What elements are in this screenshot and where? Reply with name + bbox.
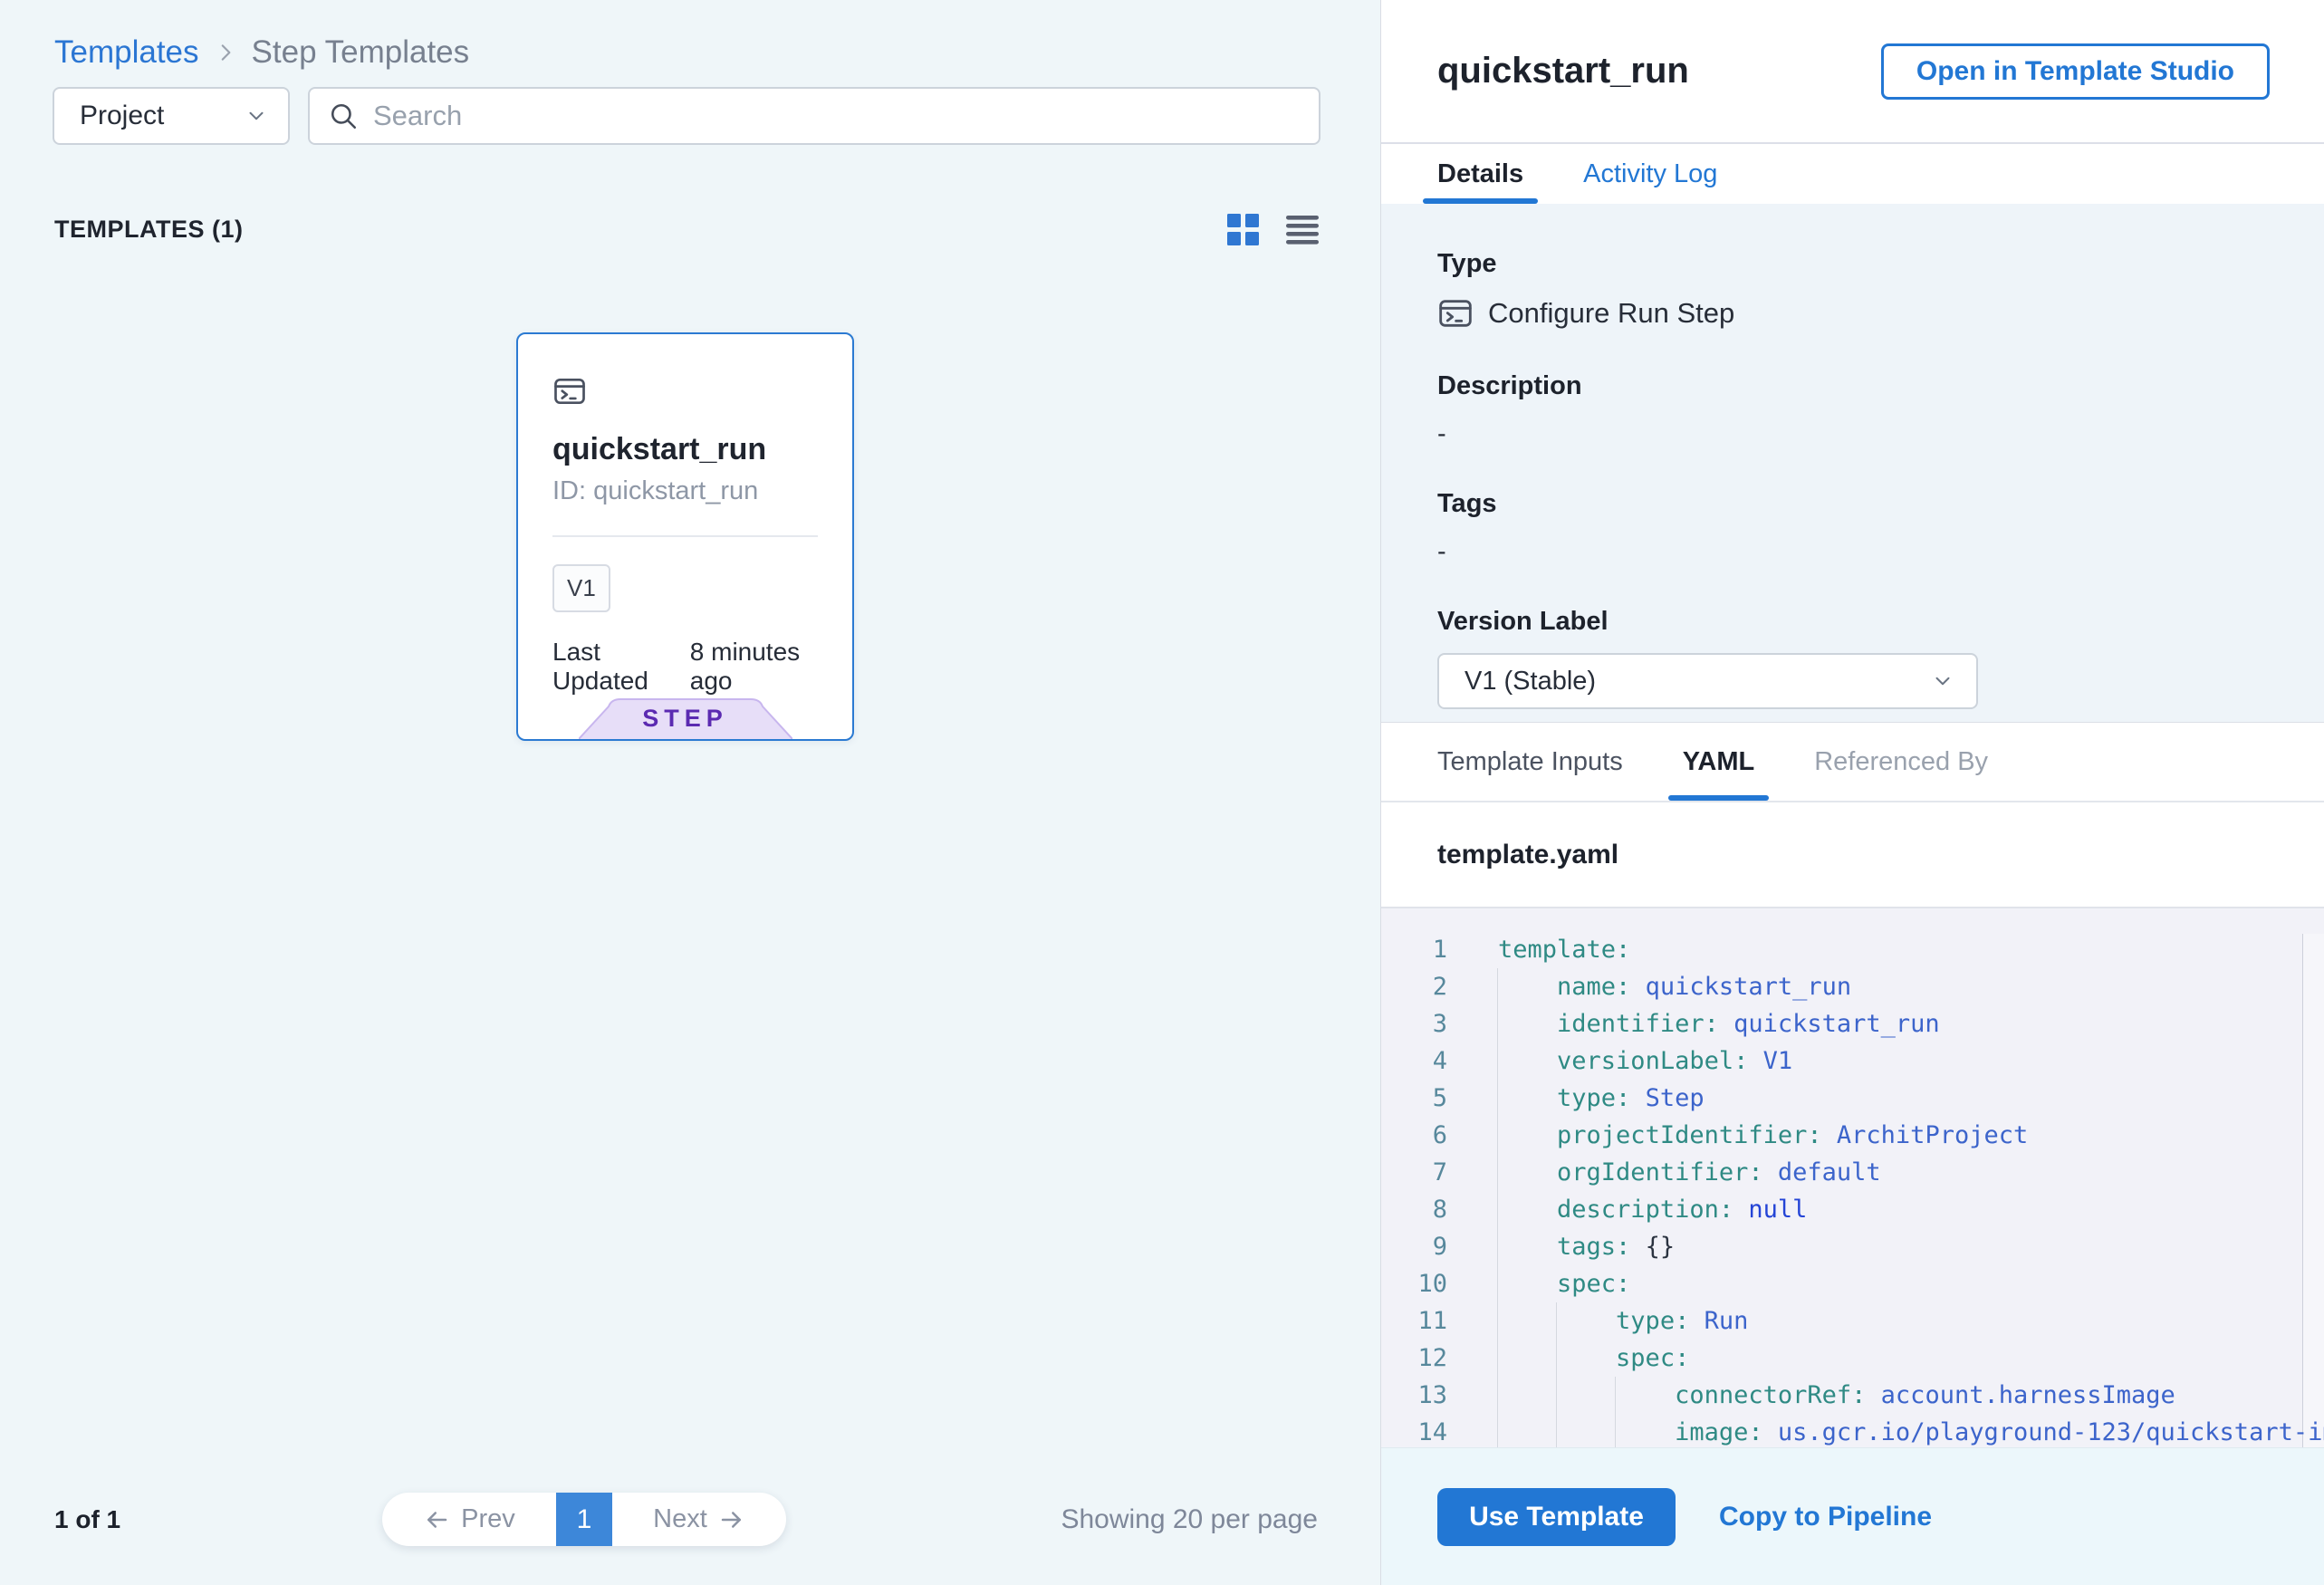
- type-row: Configure Run Step: [1437, 295, 2268, 331]
- yaml-code-lines: 1template:2 name: quickstart_run3 identi…: [1381, 931, 2324, 1447]
- step-type-tag: STEP: [579, 696, 792, 739]
- yaml-line: 5 type: Step: [1381, 1080, 2324, 1117]
- tab-details[interactable]: Details: [1423, 144, 1538, 204]
- template-list-panel: Templates Step Templates Project TEMPLAT: [0, 0, 1380, 1585]
- chevron-down-icon: [1931, 669, 1954, 693]
- tab-yaml[interactable]: YAML: [1668, 723, 1770, 801]
- card-version-badge: V1: [552, 564, 610, 612]
- type-label: Type: [1437, 249, 2268, 279]
- yaml-line: 9 tags: {}: [1381, 1228, 2324, 1265]
- yaml-line: 3 identifier: quickstart_run: [1381, 1005, 2324, 1042]
- scope-dropdown-value: Project: [80, 101, 164, 131]
- yaml-filename: template.yaml: [1437, 840, 1618, 870]
- yaml-line: 13 connectorRef: account.harnessImage: [1381, 1377, 2324, 1414]
- version-dropdown-value: V1 (Stable): [1465, 667, 1596, 696]
- page-size-text: Showing 20 per page: [1061, 1504, 1318, 1535]
- templates-count-label: TEMPLATES (1): [54, 216, 244, 244]
- step-tag-label: STEP: [579, 705, 792, 733]
- chevron-right-icon: [214, 41, 237, 64]
- details-tabs: Details Activity Log: [1381, 144, 2324, 204]
- tab-referenced-by[interactable]: Referenced By: [1800, 723, 2002, 801]
- breadcrumb-current: Step Templates: [252, 34, 470, 71]
- yaml-line: 1template:: [1381, 931, 2324, 968]
- search-icon: [328, 101, 359, 131]
- list-view-icon[interactable]: [1286, 216, 1319, 245]
- breadcrumb-templates-link[interactable]: Templates: [54, 34, 199, 71]
- yaml-line: 8 description: null: [1381, 1191, 2324, 1228]
- yaml-line: 2 name: quickstart_run: [1381, 968, 2324, 1005]
- copy-to-pipeline-link[interactable]: Copy to Pipeline: [1719, 1502, 1932, 1532]
- yaml-editor[interactable]: 1template:2 name: quickstart_run3 identi…: [1381, 908, 2324, 1447]
- page-1-button[interactable]: 1: [556, 1493, 612, 1546]
- prev-label: Prev: [461, 1504, 515, 1534]
- list-header: TEMPLATES (1): [54, 214, 1319, 245]
- type-value: Configure Run Step: [1488, 297, 1734, 330]
- yaml-line: 14 image: us.gcr.io/playground-123/quick…: [1381, 1414, 2324, 1447]
- card-title: quickstart_run: [552, 432, 818, 467]
- yaml-tabs: Template Inputs YAML Referenced By: [1381, 722, 2324, 802]
- terminal-step-icon: [552, 374, 818, 408]
- details-header: quickstart_run Open in Template Studio: [1381, 0, 2324, 144]
- description-value: -: [1437, 419, 2268, 449]
- arrow-right-icon: [718, 1506, 745, 1533]
- details-body: Type Configure Run Step Description - Ta…: [1381, 204, 2324, 722]
- open-in-template-studio-button[interactable]: Open in Template Studio: [1881, 43, 2270, 100]
- next-page-button[interactable]: Next: [612, 1493, 786, 1546]
- version-label: Version Label: [1437, 607, 2268, 637]
- templates-page: Templates Step Templates Project TEMPLAT: [0, 0, 2324, 1585]
- grid-view-icon[interactable]: [1227, 214, 1259, 245]
- tab-template-inputs[interactable]: Template Inputs: [1423, 723, 1637, 801]
- use-template-button[interactable]: Use Template: [1437, 1488, 1676, 1546]
- card-divider: [552, 535, 818, 537]
- template-details-panel: quickstart_run Open in Template Studio D…: [1380, 0, 2324, 1585]
- tab-activity-log[interactable]: Activity Log: [1569, 144, 1732, 204]
- yaml-line: 12 spec:: [1381, 1340, 2324, 1377]
- yaml-line: 10 spec:: [1381, 1265, 2324, 1302]
- terminal-step-icon: [1437, 295, 1474, 331]
- tags-label: Tags: [1437, 489, 2268, 519]
- card-id: ID: quickstart_run: [552, 476, 818, 506]
- next-label: Next: [653, 1504, 707, 1534]
- breadcrumb: Templates Step Templates: [54, 34, 469, 71]
- yaml-line: 7 orgIdentifier: default: [1381, 1154, 2324, 1191]
- tags-value: -: [1437, 537, 2268, 567]
- search-box: [308, 87, 1320, 145]
- scope-dropdown[interactable]: Project: [53, 87, 290, 145]
- prev-page-button[interactable]: Prev: [382, 1493, 556, 1546]
- chevron-down-icon: [245, 104, 268, 128]
- list-controls: Project: [53, 87, 1320, 145]
- card-last-updated: Last Updated 8 minutes ago: [552, 638, 818, 696]
- pagination: Prev 1 Next: [382, 1493, 786, 1546]
- yaml-line: 11 type: Run: [1381, 1302, 2324, 1340]
- last-updated-value: 8 minutes ago: [690, 638, 818, 696]
- search-input[interactable]: [373, 100, 1301, 132]
- yaml-line: 6 projectIdentifier: ArchitProject: [1381, 1117, 2324, 1154]
- view-toggles: [1227, 214, 1319, 245]
- version-dropdown[interactable]: V1 (Stable): [1437, 653, 1978, 709]
- template-card-quickstart-run[interactable]: quickstart_run ID: quickstart_run V1 Las…: [516, 332, 854, 741]
- arrow-left-icon: [423, 1506, 450, 1533]
- yaml-line: 4 versionLabel: V1: [1381, 1042, 2324, 1080]
- details-title: quickstart_run: [1437, 51, 1881, 91]
- details-footer: Use Template Copy to Pipeline: [1381, 1447, 2324, 1585]
- pagination-summary: 1 of 1: [54, 1505, 120, 1534]
- last-updated-label: Last Updated: [552, 638, 674, 696]
- description-label: Description: [1437, 371, 2268, 401]
- yaml-file-row: template.yaml: [1381, 802, 2324, 908]
